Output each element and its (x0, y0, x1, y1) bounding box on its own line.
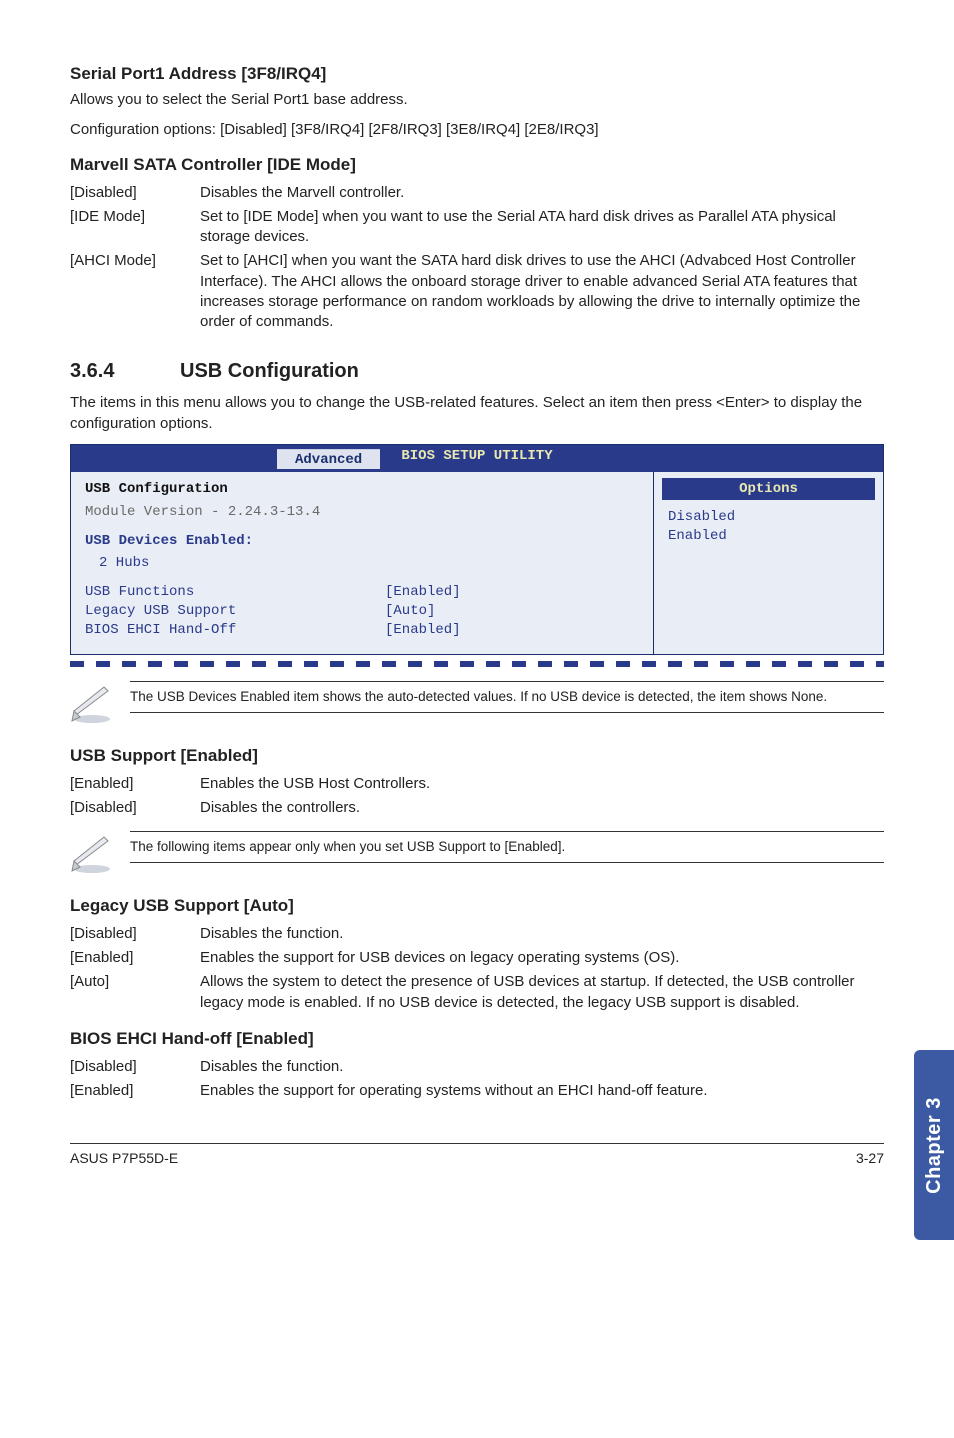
option-value: Enables the support for operating system… (200, 1079, 884, 1103)
legacy-usb-table: [Disabled] Disables the function. [Enabl… (70, 922, 884, 1015)
option-key: [IDE Mode] (70, 205, 200, 250)
ehci-heading: BIOS EHCI Hand-off [Enabled] (70, 1029, 884, 1049)
bios-panel: BIOS SETUP UTILITY Advanced USB Configur… (70, 444, 884, 655)
bios-item-key: USB Functions (85, 583, 385, 602)
option-key: [Auto] (70, 970, 200, 1015)
bios-options-list: Disabled Enabled (654, 508, 883, 546)
marvell-heading: Marvell SATA Controller [IDE Mode] (70, 155, 884, 175)
note-text: The following items appear only when you… (130, 831, 884, 863)
bios-item[interactable]: USB Functions [Enabled] (85, 583, 639, 602)
option-key: [Disabled] (70, 796, 200, 820)
bios-item-value: [Auto] (385, 602, 435, 621)
option-value: Enables the USB Host Controllers. (200, 772, 884, 796)
note-icon (70, 831, 114, 880)
dashed-separator (70, 661, 884, 667)
option-value: Disables the function. (200, 922, 884, 946)
bios-body: USB Configuration Module Version - 2.24.… (71, 472, 883, 654)
bios-options-header: Options (662, 478, 875, 500)
table-row: [AHCI Mode] Set to [AHCI] when you want … (70, 249, 884, 334)
option-key: [Disabled] (70, 181, 200, 205)
serial-port-heading: Serial Port1 Address [3F8/IRQ4] (70, 64, 884, 84)
bios-utility-title: BIOS SETUP UTILITY (401, 448, 552, 464)
bios-devices-enabled-value: 2 Hubs (85, 554, 639, 573)
bios-item-key: Legacy USB Support (85, 602, 385, 621)
option-key: [Enabled] (70, 1079, 200, 1103)
chapter-tab-label: Chapter 3 (923, 1097, 946, 1194)
bios-title-bar: BIOS SETUP UTILITY Advanced (71, 445, 883, 472)
bios-devices-enabled-label: USB Devices Enabled: (85, 532, 639, 551)
table-row: [Disabled] Disables the function. (70, 1055, 884, 1079)
bios-left-pane: USB Configuration Module Version - 2.24.… (71, 472, 653, 654)
bios-item-value: [Enabled] (385, 583, 461, 602)
table-row: [Enabled] Enables the USB Host Controlle… (70, 772, 884, 796)
table-row: [Auto] Allows the system to detect the p… (70, 970, 884, 1015)
option-value: Enables the support for USB devices on l… (200, 946, 884, 970)
usb-support-heading: USB Support [Enabled] (70, 746, 884, 766)
bios-item-value: [Enabled] (385, 621, 461, 640)
option-key: [AHCI Mode] (70, 249, 200, 334)
bios-option[interactable]: Disabled (668, 508, 869, 527)
section-intro: The items in this menu allows you to cha… (70, 393, 884, 434)
marvell-table: [Disabled] Disables the Marvell controll… (70, 181, 884, 335)
table-row: [Disabled] Disables the Marvell controll… (70, 181, 884, 205)
usb-support-table: [Enabled] Enables the USB Host Controlle… (70, 772, 884, 821)
note-text: The USB Devices Enabled item shows the a… (130, 681, 884, 713)
bios-item[interactable]: Legacy USB Support [Auto] (85, 602, 639, 621)
footer-left: ASUS P7P55D-E (70, 1150, 178, 1166)
option-key: [Disabled] (70, 1055, 200, 1079)
page-content: Serial Port1 Address [3F8/IRQ4] Allows y… (0, 0, 954, 1186)
option-value: Disables the function. (200, 1055, 884, 1079)
section-title: USB Configuration (180, 360, 359, 382)
bios-module-version: Module Version - 2.24.3-13.4 (85, 503, 639, 522)
footer-right: 3-27 (856, 1150, 884, 1166)
note-icon (70, 681, 114, 730)
option-key: [Enabled] (70, 772, 200, 796)
page-footer: ASUS P7P55D-E 3-27 (70, 1143, 884, 1166)
chapter-tab: Chapter 3 (914, 1050, 954, 1240)
option-key: [Enabled] (70, 946, 200, 970)
option-value: Set to [IDE Mode] when you want to use t… (200, 205, 884, 250)
option-value: Disables the controllers. (200, 796, 884, 820)
table-row: [Enabled] Enables the support for operat… (70, 1079, 884, 1103)
table-row: [Disabled] Disables the controllers. (70, 796, 884, 820)
table-row: [IDE Mode] Set to [IDE Mode] when you wa… (70, 205, 884, 250)
option-value: Set to [AHCI] when you want the SATA har… (200, 249, 884, 334)
section-number: 3.6.4 (70, 360, 180, 383)
bios-option[interactable]: Enabled (668, 527, 869, 546)
note-block: The following items appear only when you… (70, 831, 884, 880)
bios-panel-heading: USB Configuration (85, 480, 639, 499)
table-row: [Enabled] Enables the support for USB de… (70, 946, 884, 970)
bios-item[interactable]: BIOS EHCI Hand-Off [Enabled] (85, 621, 639, 640)
note-block: The USB Devices Enabled item shows the a… (70, 681, 884, 730)
ehci-table: [Disabled] Disables the function. [Enabl… (70, 1055, 884, 1104)
table-row: [Disabled] Disables the function. (70, 922, 884, 946)
bios-right-pane: Options Disabled Enabled (653, 472, 883, 654)
legacy-usb-heading: Legacy USB Support [Auto] (70, 896, 884, 916)
bios-tab-advanced[interactable]: Advanced (277, 449, 380, 469)
section-heading: 3.6.4USB Configuration (70, 360, 884, 383)
serial-port-desc2: Configuration options: [Disabled] [3F8/I… (70, 120, 884, 140)
bios-item-key: BIOS EHCI Hand-Off (85, 621, 385, 640)
serial-port-desc1: Allows you to select the Serial Port1 ba… (70, 90, 884, 110)
option-value: Disables the Marvell controller. (200, 181, 884, 205)
option-value: Allows the system to detect the presence… (200, 970, 884, 1015)
option-key: [Disabled] (70, 922, 200, 946)
